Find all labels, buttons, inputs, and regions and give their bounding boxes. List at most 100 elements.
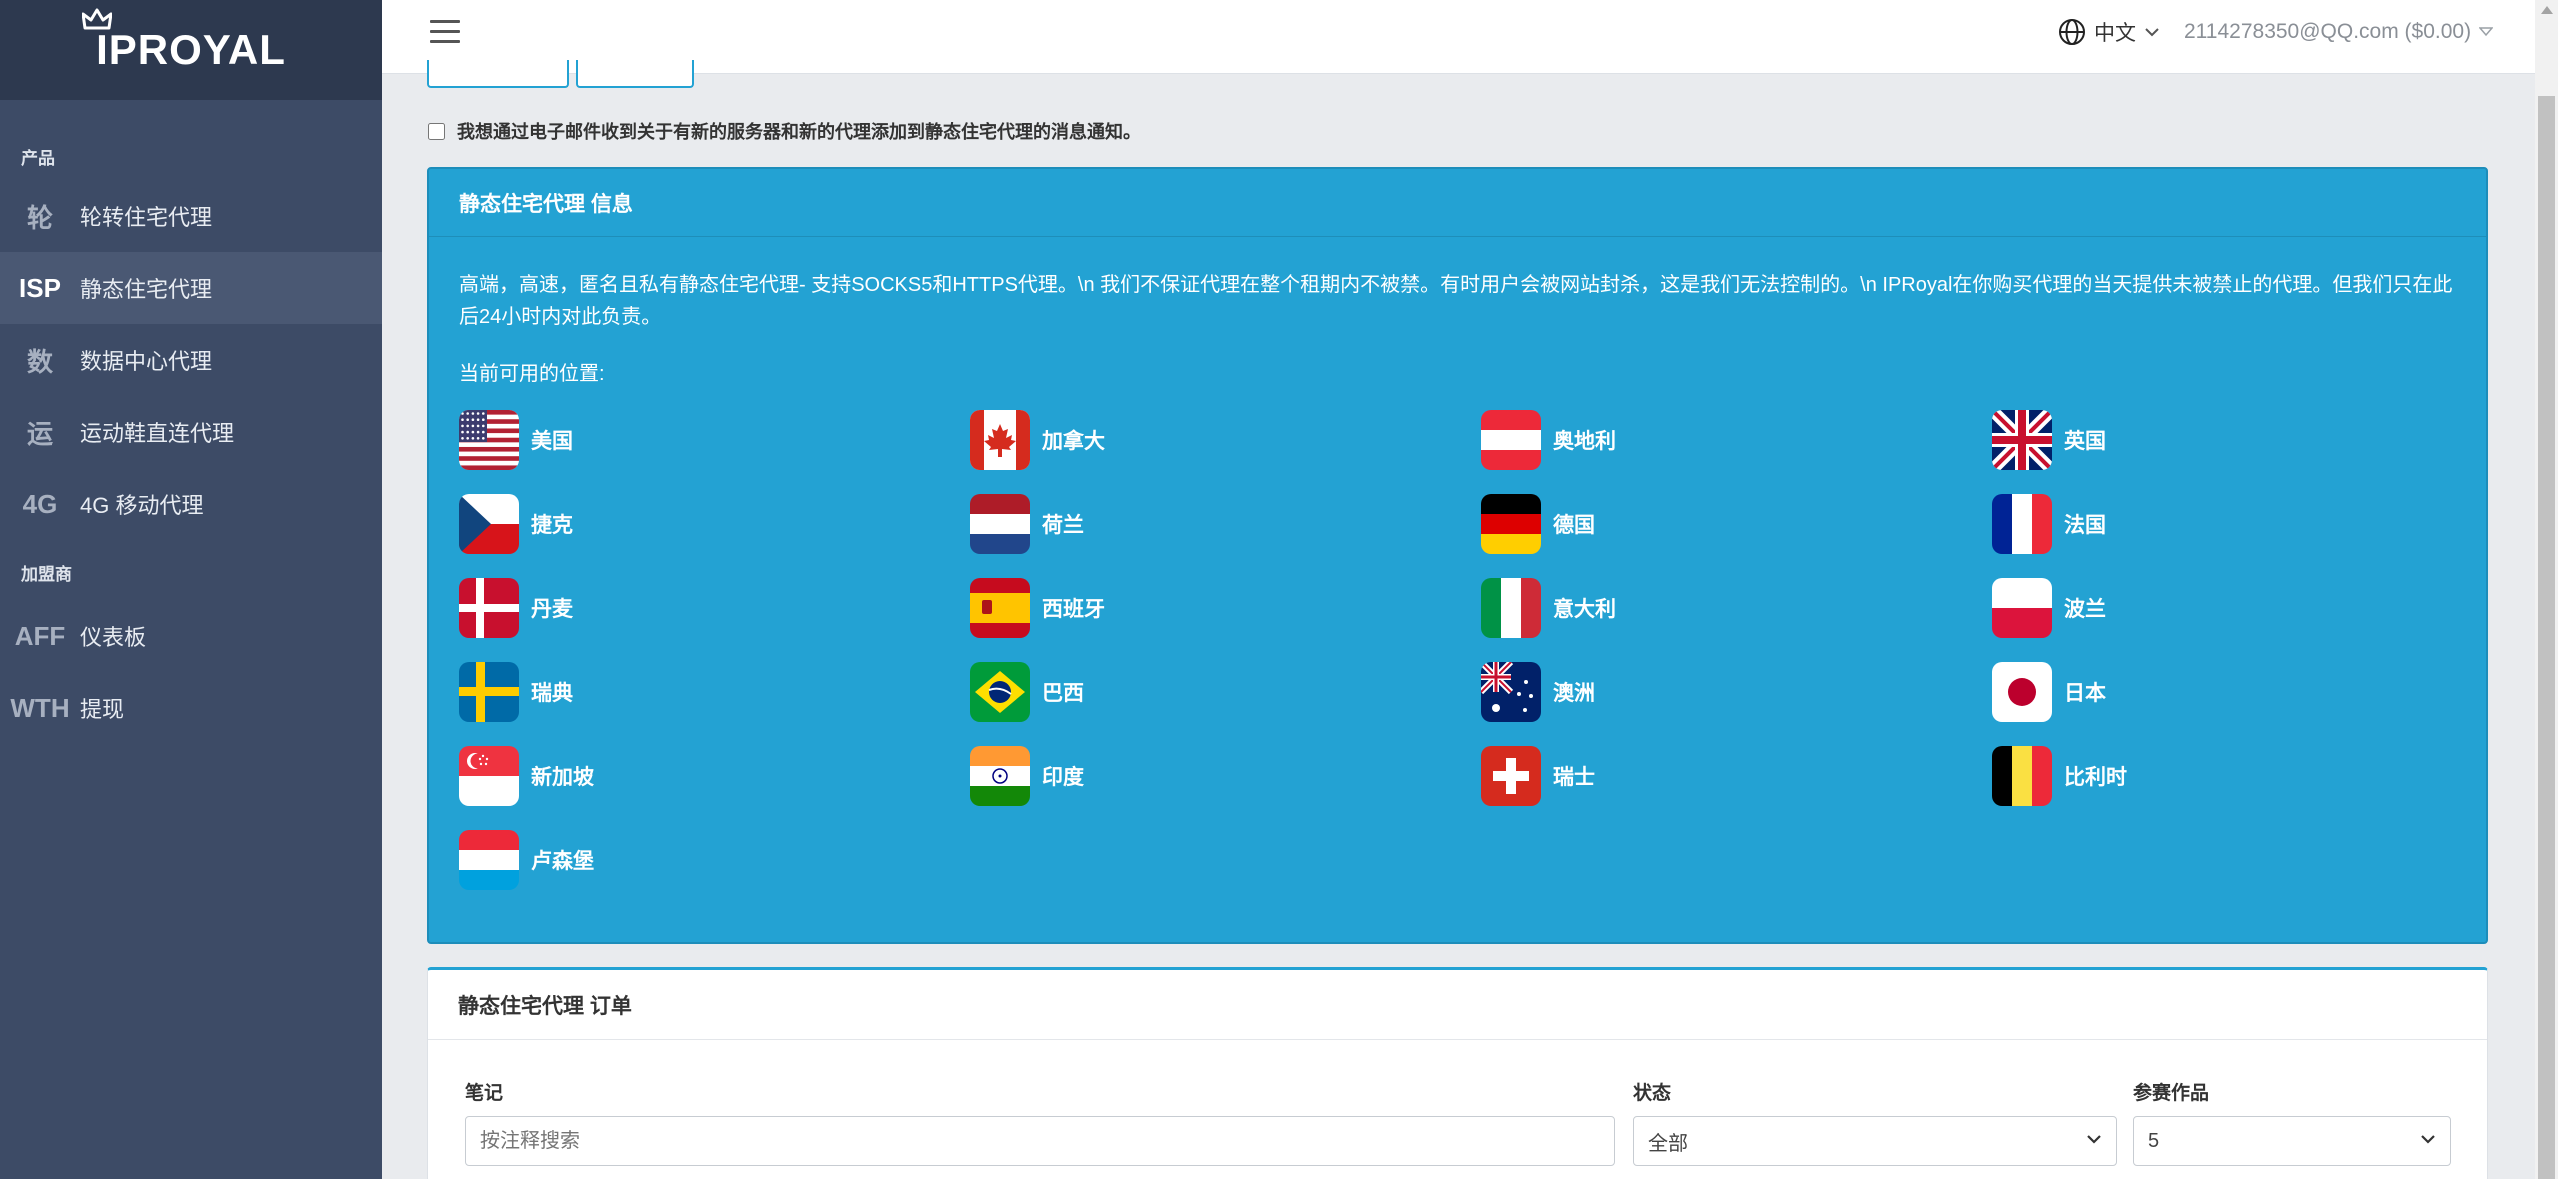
nav-item-abbr: 4G: [22, 488, 58, 519]
entries-select[interactable]: 5: [2133, 1116, 2451, 1166]
nav-item-label: 仪表板: [80, 625, 147, 650]
location-item: 意大利: [1481, 577, 1992, 639]
note-search-input[interactable]: [465, 1116, 1615, 1166]
nav-item-label: 4G 移动代理: [80, 493, 204, 518]
ca-flag-icon: [970, 410, 1030, 470]
nav-item-abbr: AFF: [14, 620, 66, 651]
nav-item-abbr: ISP: [19, 272, 61, 303]
sg-flag-icon: [459, 746, 519, 806]
info-card-title: 静态住宅代理 信息: [429, 169, 2486, 237]
nav-item-abbr: WTH: [10, 692, 70, 723]
au-flag-icon: [1481, 662, 1541, 722]
at-flag-icon: [1481, 410, 1541, 470]
nav-item-label: 轮转住宅代理: [80, 205, 213, 230]
cz-flag-icon: [459, 494, 519, 554]
note-label: 笔记: [465, 1083, 504, 1104]
es-flag-icon: [970, 578, 1030, 638]
location-name: 德国: [1553, 514, 1595, 537]
us-flag-icon: [459, 410, 519, 470]
nav-item-abbr: 运: [26, 418, 53, 449]
location-name: 奥地利: [1553, 430, 1616, 453]
product-nav-item[interactable]: 运 运动鞋直连代理: [0, 396, 382, 468]
language-label: 中文: [2094, 22, 2136, 45]
pl-flag-icon: [1992, 578, 2052, 638]
caret-down-icon: [2479, 27, 2494, 37]
location-item: 德国: [1481, 493, 1992, 555]
location-item: 荷兰: [970, 493, 1481, 555]
page-scrollbar[interactable]: [2535, 0, 2558, 1179]
partial-button-2[interactable]: [576, 60, 694, 88]
location-name: 荷兰: [1042, 514, 1084, 537]
location-name: 日本: [2064, 682, 2106, 705]
product-nav-item[interactable]: ISP 静态住宅代理: [0, 252, 382, 324]
location-item: 波兰: [1992, 577, 2503, 639]
location-item: 巴西: [970, 661, 1481, 723]
email-notification-checkbox[interactable]: [428, 122, 445, 140]
topbar: 中文 2114278350@QQ.com ($0.00): [382, 0, 2535, 74]
nav-item-label: 数据中心代理: [80, 349, 213, 374]
section-label-affiliate: 加盟商: [21, 565, 72, 584]
email-notification-consent[interactable]: 我想通过电子邮件收到关于有新的服务器和新的代理添加到静态住宅代理的消息通知。: [428, 118, 1141, 144]
product-nav-item[interactable]: 数 数据中心代理: [0, 324, 382, 396]
location-item: 卢森堡: [459, 829, 970, 891]
lu-flag-icon: [459, 830, 519, 890]
location-name: 英国: [2064, 430, 2106, 453]
location-item: 奥地利: [1481, 409, 1992, 471]
language-selector[interactable]: 中文: [2058, 17, 2160, 47]
affiliate-nav-item[interactable]: WTH 提现: [0, 672, 382, 744]
scroll-up-arrow-icon[interactable]: [2541, 6, 2553, 14]
sidebar: IPROYAL 产品 轮 轮转住宅代理 ISP 静态住宅代理数 数据中心代理运 运动鞋直连…: [0, 0, 382, 1179]
fr-flag-icon: [1992, 494, 2052, 554]
entries-label: 参赛作品: [2133, 1083, 2210, 1104]
chevron-down-icon: [2421, 1135, 2435, 1144]
de-flag-icon: [1481, 494, 1541, 554]
location-item: 瑞典: [459, 661, 970, 723]
location-name: 波兰: [2064, 598, 2106, 621]
logo-text: IPROYAL: [96, 26, 286, 73]
location-name: 比利时: [2064, 766, 2127, 789]
scrollbar-thumb[interactable]: [2538, 96, 2555, 1179]
location-item: 澳洲: [1481, 661, 1992, 723]
jp-flag-icon: [1992, 662, 2052, 722]
location-name: 意大利: [1553, 598, 1616, 621]
order-card-title: 静态住宅代理 订单: [428, 970, 2487, 1040]
brand[interactable]: IPROYAL: [0, 0, 382, 100]
status-value: 全部: [1648, 1132, 1688, 1155]
section-label-products: 产品: [21, 149, 55, 168]
location-item: 丹麦: [459, 577, 970, 639]
gb-flag-icon: [1992, 410, 2052, 470]
globe-icon: [2059, 19, 2085, 45]
nav-item-label: 提现: [80, 697, 125, 722]
products-nav: 轮 轮转住宅代理 ISP 静态住宅代理数 数据中心代理运 运动鞋直连代理 4G 4G 移动代理: [0, 180, 382, 540]
product-nav-item[interactable]: 4G 4G 移动代理: [0, 468, 382, 540]
location-name: 加拿大: [1042, 430, 1105, 453]
product-nav-item[interactable]: 轮 轮转住宅代理: [0, 180, 382, 252]
location-name: 新加坡: [531, 766, 594, 789]
location-item: 瑞士: [1481, 745, 1992, 807]
chevron-down-icon: [2145, 28, 2159, 37]
account-menu[interactable]: 2114278350@QQ.com ($0.00): [2184, 20, 2494, 44]
status-select[interactable]: 全部: [1633, 1116, 2117, 1166]
location-item: 英国: [1992, 409, 2503, 471]
location-name: 瑞士: [1553, 766, 1595, 789]
status-label: 状态: [1633, 1083, 1672, 1104]
partial-button-1[interactable]: [427, 60, 569, 88]
location-name: 卢森堡: [531, 850, 594, 873]
location-name: 巴西: [1042, 682, 1084, 705]
se-flag-icon: [459, 662, 519, 722]
it-flag-icon: [1481, 578, 1541, 638]
entries-value: 5: [2148, 1129, 2160, 1152]
logo[interactable]: IPROYAL: [82, 8, 286, 74]
affiliate-nav-item[interactable]: AFF 仪表板: [0, 600, 382, 672]
br-flag-icon: [970, 662, 1030, 722]
location-name: 捷克: [531, 514, 573, 537]
location-item: 新加坡: [459, 745, 970, 807]
menu-toggle-icon[interactable]: [430, 20, 460, 44]
static-residential-info-card: 静态住宅代理 信息 高端，高速，匿名且私有静态住宅代理- 支持SOCKS5和HT…: [427, 167, 2488, 944]
location-name: 西班牙: [1042, 598, 1105, 621]
ch-flag-icon: [1481, 746, 1541, 806]
location-item: 比利时: [1992, 745, 2503, 807]
location-item: 西班牙: [970, 577, 1481, 639]
location-item: 加拿大: [970, 409, 1481, 471]
chevron-down-icon: [2087, 1135, 2101, 1144]
